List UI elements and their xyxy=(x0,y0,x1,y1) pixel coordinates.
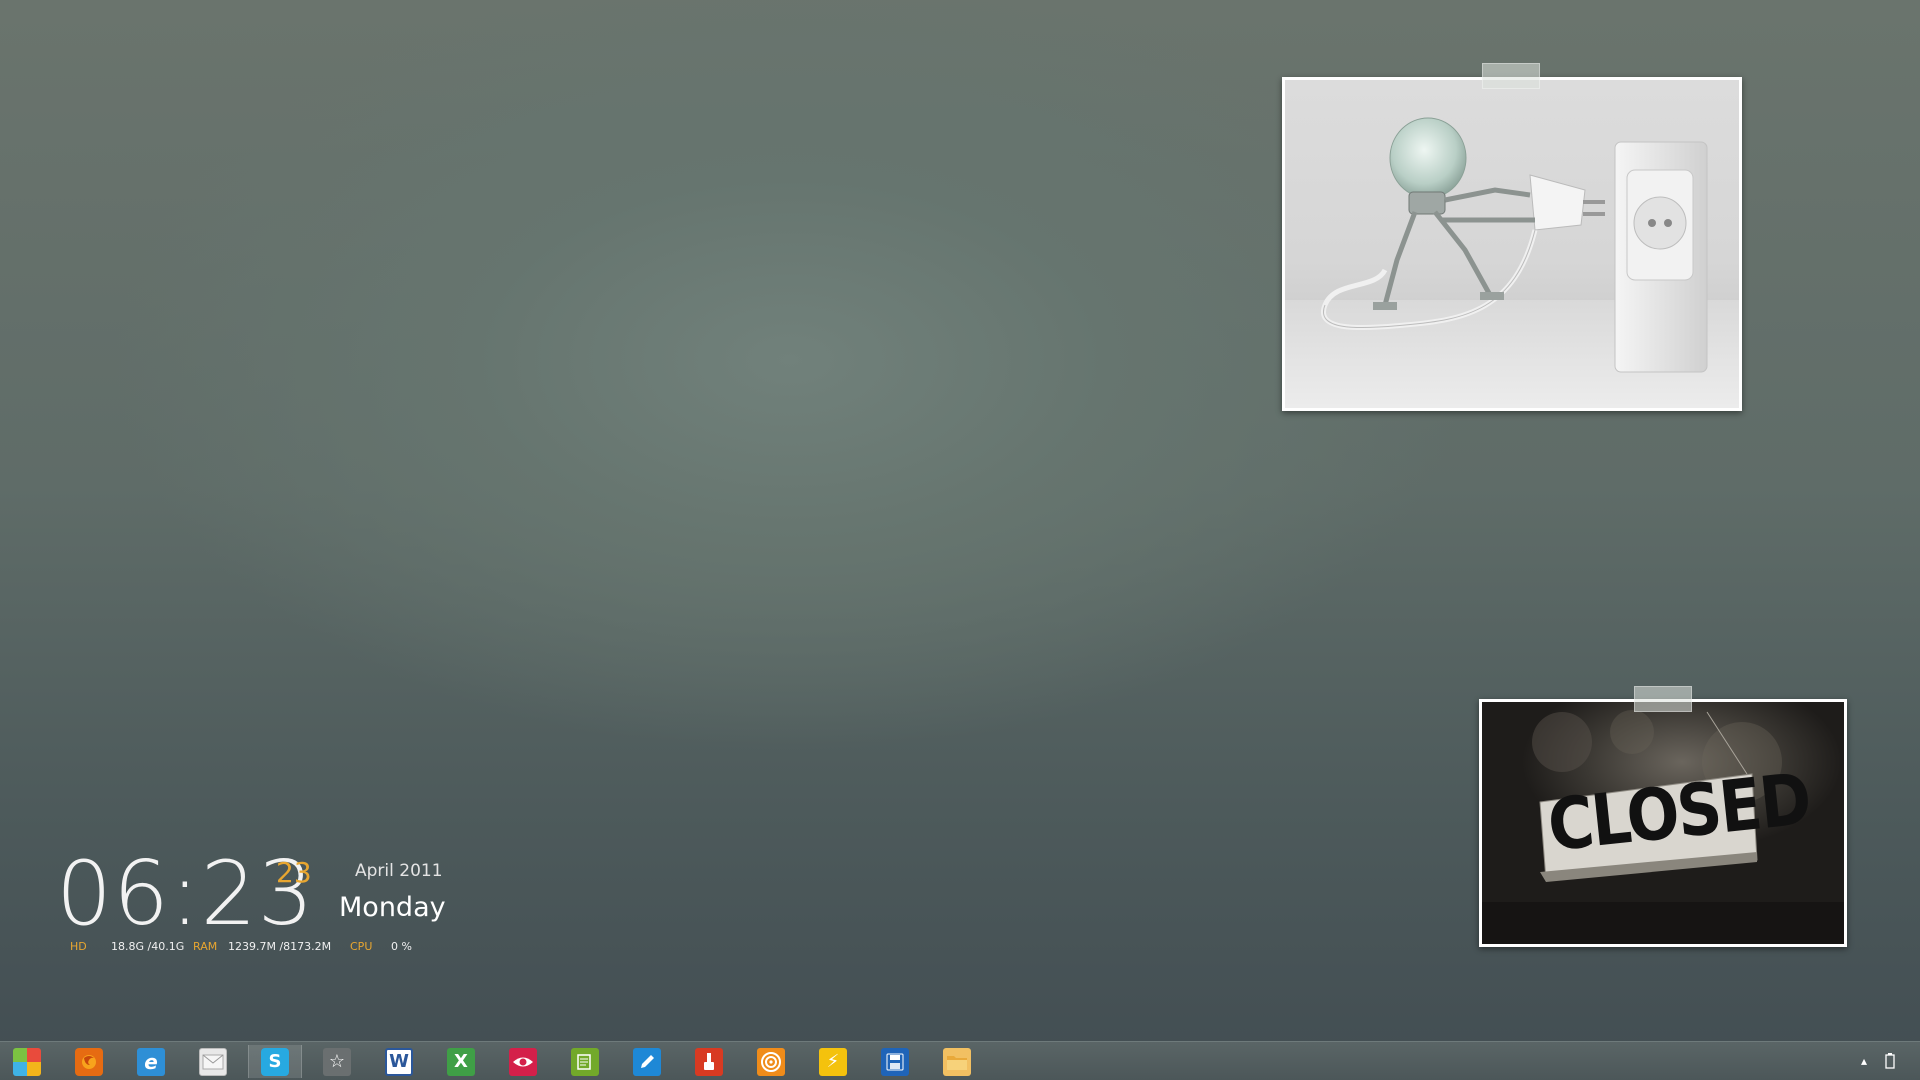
taskbar-pen-editor[interactable] xyxy=(620,1045,674,1078)
ram-label: RAM xyxy=(193,940,218,953)
notepadpp-icon xyxy=(571,1047,599,1076)
favorites-icon: ☆ xyxy=(323,1047,351,1076)
folder-icon xyxy=(943,1047,971,1076)
taskbar-save-app[interactable] xyxy=(868,1045,922,1078)
taskbar-firefox[interactable] xyxy=(62,1045,116,1078)
eye-icon xyxy=(509,1047,537,1076)
clock-month-year: April 2011 xyxy=(355,861,443,881)
lightbulb-robot-illustration xyxy=(1285,117,1739,408)
paint-brush-icon xyxy=(695,1047,723,1076)
closed-sign-photo: CLOSED xyxy=(1482,702,1844,944)
internet-explorer-icon: e xyxy=(137,1047,165,1076)
chevron-up-icon: ▴ xyxy=(1860,1054,1868,1068)
taskbar: e S ☆ W X ⚡ ▴ xyxy=(0,1041,1920,1080)
skype-icon: S xyxy=(261,1047,289,1076)
taskbar-file-explorer[interactable] xyxy=(930,1045,984,1078)
photo-widget-closed-sign[interactable]: CLOSED xyxy=(1479,699,1847,947)
lightbulb-photo xyxy=(1285,80,1739,408)
lightning-icon: ⚡ xyxy=(819,1047,847,1076)
clock-day-number: 23 xyxy=(276,856,312,889)
clock-weekday: Monday xyxy=(339,892,446,923)
photo-widget-lightbulb[interactable] xyxy=(1282,77,1742,411)
taskbar-excel[interactable]: X xyxy=(434,1045,488,1078)
cpu-value: 0 % xyxy=(391,940,412,953)
tray-show-hidden-icons[interactable]: ▴ xyxy=(1855,1042,1873,1080)
photo-tape-top xyxy=(1482,63,1540,89)
taskbar-word[interactable]: W xyxy=(372,1045,426,1078)
taskbar-skype[interactable]: S xyxy=(248,1045,302,1078)
firefox-icon xyxy=(75,1047,103,1076)
ram-value: 1239.7M /8173.2M xyxy=(228,940,332,953)
taskbar-favorites[interactable]: ☆ xyxy=(310,1045,364,1078)
taskbar-target-app[interactable] xyxy=(744,1045,798,1078)
target-icon xyxy=(757,1047,785,1076)
mail-icon xyxy=(199,1047,227,1076)
battery-icon xyxy=(1885,1053,1895,1069)
taskbar-internet-explorer[interactable]: e xyxy=(124,1045,178,1078)
taskbar-mail[interactable] xyxy=(186,1045,240,1078)
hd-label: HD xyxy=(70,940,87,953)
cpu-label: CPU xyxy=(350,940,373,953)
taskbar-eye-app[interactable] xyxy=(496,1045,550,1078)
word-icon: W xyxy=(385,1047,413,1076)
excel-icon: X xyxy=(447,1047,475,1076)
hd-value: 18.8G /40.1G xyxy=(111,940,185,953)
pen-editor-icon xyxy=(633,1047,661,1076)
tray-battery[interactable] xyxy=(1880,1042,1900,1080)
photo-tape-bottom xyxy=(1634,686,1692,712)
taskbar-lightning-app[interactable]: ⚡ xyxy=(806,1045,860,1078)
save-disk-icon xyxy=(881,1047,909,1076)
start-button[interactable] xyxy=(0,1045,54,1078)
start-icon xyxy=(13,1047,41,1076)
taskbar-notepadpp[interactable] xyxy=(558,1045,612,1078)
desktop-background: CLOSED 06:23 23 April 2011 Monday HD 18.… xyxy=(0,0,1920,1080)
taskbar-paint[interactable] xyxy=(682,1045,736,1078)
